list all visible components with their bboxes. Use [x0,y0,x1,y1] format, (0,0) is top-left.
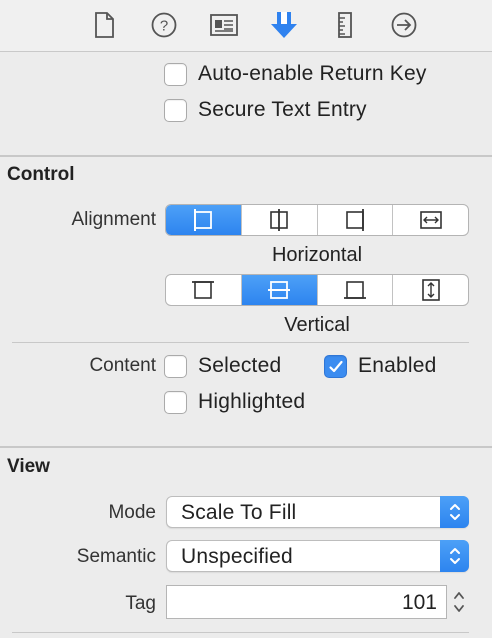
align-center-vertical-segment[interactable] [241,275,318,305]
inspector-toolbar: ? [0,0,492,52]
view-section-title: View [7,456,50,477]
content-divider [12,342,469,343]
section-divider [0,155,492,157]
secure-text-entry-label: Secure Text Entry [198,98,367,121]
popup-arrows-icon [440,496,469,528]
highlighted-label: Highlighted [198,390,306,413]
vertical-caption: Vertical [284,314,350,336]
vertical-alignment-control[interactable] [165,274,469,306]
bottom-divider [12,632,469,633]
checkmark-icon [329,360,343,373]
section-divider [0,446,492,448]
secure-text-entry-checkbox[interactable] [164,99,187,122]
selected-label: Selected [198,354,282,377]
align-fill-vertical-segment[interactable] [393,275,468,305]
mode-value: Scale To Fill [181,501,297,524]
horizontal-alignment-control[interactable] [165,204,469,236]
control-section-title: Control [7,164,75,185]
semantic-popup[interactable]: Unspecified [166,540,469,572]
attributes-inspector-icon[interactable] [269,10,299,40]
semantic-label: Semantic [76,546,156,567]
align-right-segment[interactable] [318,205,394,235]
horizontal-caption: Horizontal [271,244,363,266]
identity-inspector-icon[interactable] [209,10,239,40]
align-center-horizontal-segment[interactable] [242,205,318,235]
tag-label: Tag [125,593,156,614]
stepper-arrows-icon [454,592,464,612]
file-inspector-icon[interactable] [89,10,119,40]
connections-inspector-icon[interactable] [389,10,419,40]
align-top-segment[interactable] [166,275,242,305]
enabled-checkbox[interactable] [324,355,347,378]
popup-arrows-icon [440,540,469,572]
align-fill-horizontal-segment[interactable] [393,205,468,235]
size-inspector-icon[interactable] [330,10,360,40]
auto-enable-return-key-label: Auto-enable Return Key [198,62,427,85]
alignment-label: Alignment [71,209,157,230]
tag-stepper[interactable] [449,585,469,619]
highlighted-checkbox[interactable] [164,391,187,414]
auto-enable-return-key-checkbox[interactable] [164,63,187,86]
tag-value: 101 [401,591,437,614]
align-bottom-segment[interactable] [318,275,394,305]
quick-help-icon[interactable]: ? [149,10,179,40]
selected-checkbox[interactable] [164,355,187,378]
svg-text:?: ? [160,18,168,35]
mode-popup[interactable]: Scale To Fill [166,496,469,528]
tag-field[interactable]: 101 [166,585,447,619]
align-left-segment[interactable] [166,205,242,235]
semantic-value: Unspecified [181,545,293,568]
content-label: Content [89,355,156,376]
mode-label: Mode [108,502,156,523]
enabled-label: Enabled [358,354,437,377]
